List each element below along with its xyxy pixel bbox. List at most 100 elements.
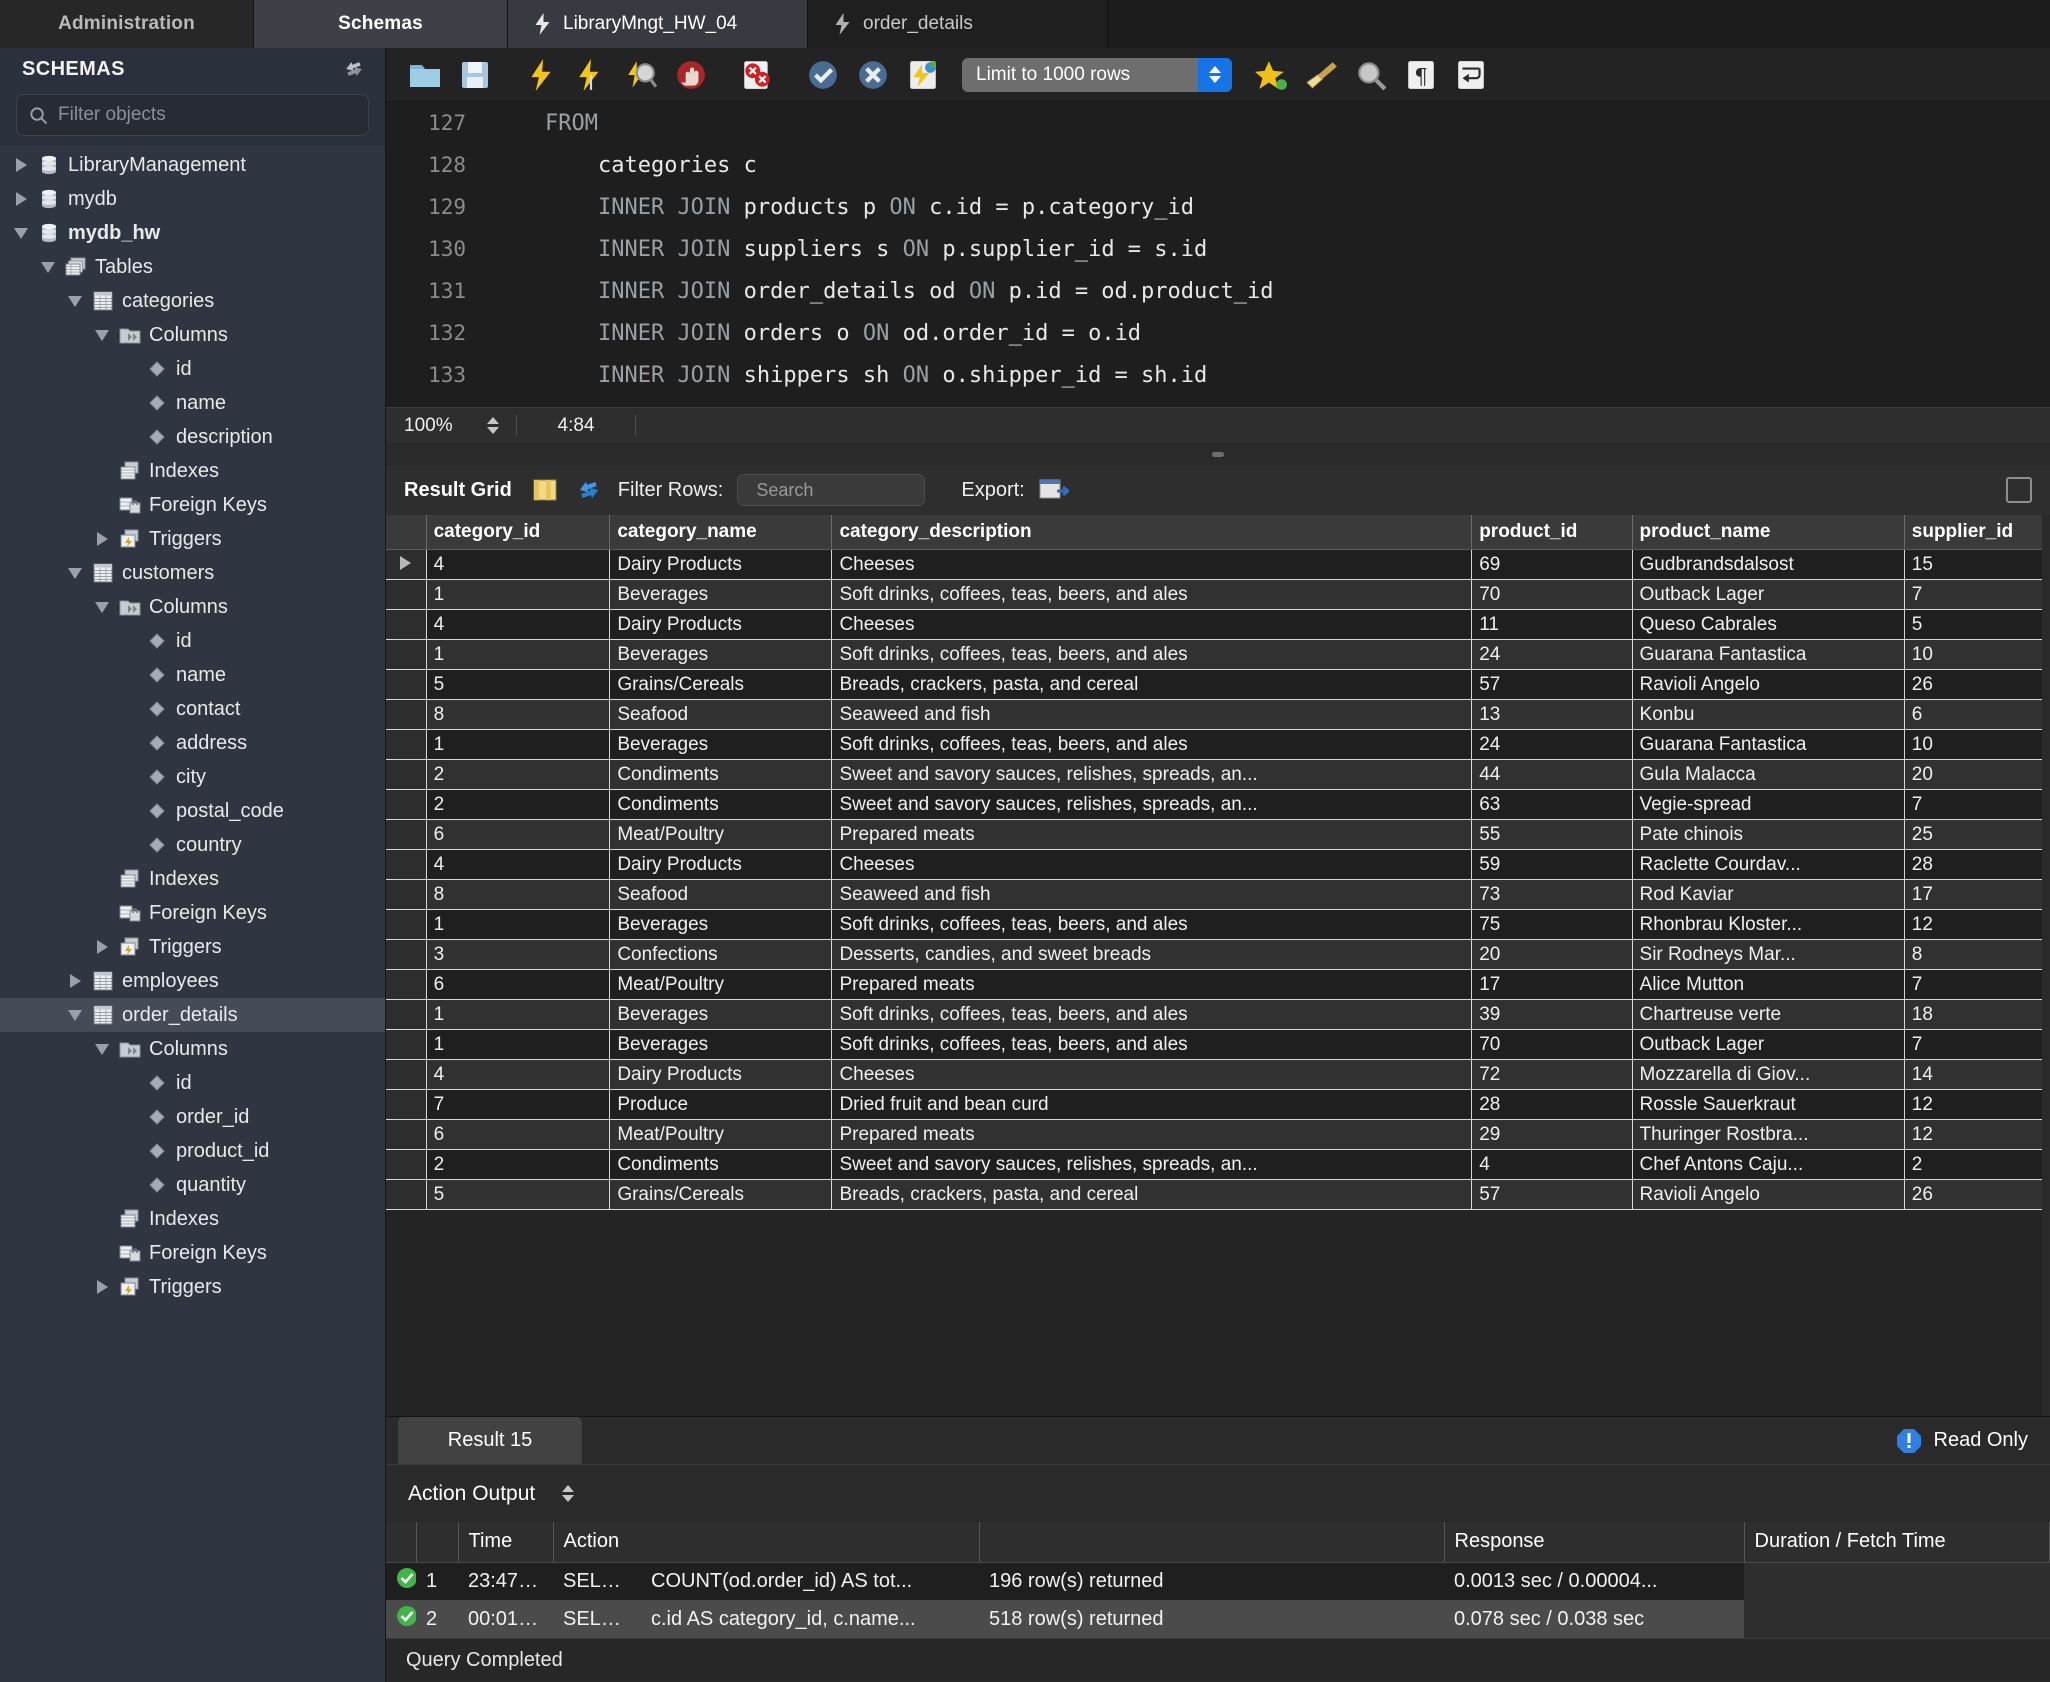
result-grid[interactable]: category_id category_name category_descrip…	[386, 515, 2050, 1416]
tree-twisty-collapsed[interactable]	[12, 190, 30, 208]
table-row[interactable]: 6 Meat/Poultry Prepared meats 55 Pate chinoi…	[386, 819, 2050, 850]
tree-item-mydb-hw[interactable]: mydb_hw	[0, 216, 385, 250]
limit-rows-select[interactable]: Limit to 1000 rows	[962, 57, 1232, 92]
row-selector-cell[interactable]	[386, 789, 427, 820]
table-row[interactable]: 4Dairy ProductsCheeses11Queso Cabrales54…	[386, 609, 2050, 640]
grid-cell[interactable]: 5	[1904, 609, 2050, 640]
grid-cell[interactable]: 15	[1904, 549, 2050, 580]
grid-column-header[interactable]: supplier_id	[1904, 515, 2050, 550]
tree-item-columns[interactable]: Columns	[0, 318, 385, 352]
code-line[interactable]: 127 FROM	[386, 102, 2050, 144]
grid-cell[interactable]: Seaweed and fish	[831, 879, 1473, 910]
row-selector-cell[interactable]	[386, 639, 427, 670]
grid-cell[interactable]: Desserts, candies, and sweet breads	[831, 939, 1473, 970]
action-output-select-stepper[interactable]	[553, 1485, 583, 1502]
grid-cell[interactable]: Cheeses	[831, 549, 1473, 580]
tree-twisty-expanded[interactable]	[12, 224, 30, 242]
action-output-table-wrap[interactable]: Time Action Response Duration / Fetch Time 1…	[386, 1522, 2050, 1638]
commit-button[interactable]	[798, 50, 848, 100]
grid-cell[interactable]: Gudbrandsdalsost	[1632, 549, 1905, 580]
grid-cell[interactable]: Soft drinks, coffees, teas, beers, and a…	[831, 729, 1473, 760]
grid-cell[interactable]: Konbu	[1632, 699, 1905, 730]
tree-item-librarymanagement[interactable]: LibraryManagement	[0, 148, 385, 182]
tree-item-employees[interactable]: employees	[0, 964, 385, 998]
tree-twisty-expanded[interactable]	[93, 598, 111, 616]
grid-column-header[interactable]: category_description	[831, 515, 1473, 550]
tree-item-indexes[interactable]: Indexes	[0, 1202, 385, 1236]
grid-cell[interactable]: 69	[1471, 549, 1633, 580]
row-selector-cell[interactable]	[386, 849, 427, 880]
grid-cell[interactable]: Sir Rodneys Mar...	[1632, 939, 1905, 970]
beautify-query-button[interactable]	[1246, 50, 1296, 100]
tree-item-address[interactable]: address	[0, 726, 385, 760]
sql-code-editor[interactable]: 127 FROM 128 categories c 129 INNER JOIN p…	[386, 102, 2050, 407]
editor-results-splitter[interactable]	[386, 443, 2050, 465]
grid-cell[interactable]: Breads, crackers, pasta, and cereal	[831, 1179, 1473, 1210]
table-row[interactable]: 1 Beverages Soft drinks, coffees, teas, be…	[386, 909, 2050, 940]
grid-cell[interactable]: 57	[1471, 669, 1633, 700]
grid-cell[interactable]: Seafood	[609, 879, 833, 910]
grid-cell[interactable]: Rod Kaviar	[1632, 879, 1905, 910]
grid-cell[interactable]: 10	[1904, 729, 2050, 760]
grid-cell[interactable]: 59	[1471, 849, 1633, 880]
grid-cell[interactable]: 20	[1904, 759, 2050, 790]
tree-item-order-details[interactable]: order_details	[0, 998, 385, 1032]
grid-cell[interactable]: Cheeses	[831, 1059, 1473, 1090]
grid-cell[interactable]: 24	[1471, 639, 1633, 670]
grid-cell[interactable]: Vegie-spread	[1632, 789, 1905, 820]
grid-column-header[interactable]: category_id	[426, 515, 611, 550]
table-row[interactable]: 1 Beverages Soft drinks, coffees, teas, be…	[386, 639, 2050, 670]
grid-cell[interactable]: 70	[1471, 1029, 1633, 1060]
grid-cell[interactable]: Dried fruit and bean curd	[831, 1089, 1473, 1120]
grid-column-header[interactable]: product_id	[1471, 515, 1633, 550]
grid-cell[interactable]: 7	[1904, 579, 2050, 610]
result-tab[interactable]: Result 15	[398, 1417, 582, 1464]
grid-cell[interactable]: Meat/Poultry	[609, 1119, 833, 1150]
schema-tree[interactable]: LibraryManagement mydb mydb_hw Tables catego…	[0, 146, 385, 1682]
tree-item-quantity[interactable]: quantity	[0, 1168, 385, 1202]
table-row[interactable]: 1 Beverages Soft drinks, coffees, teas, be…	[386, 579, 2050, 610]
tree-item-columns[interactable]: Columns	[0, 590, 385, 624]
toggle-invisible-chars-button[interactable]: ¶	[1396, 50, 1446, 100]
grid-cell[interactable]: 10	[1904, 639, 2050, 670]
grid-cell[interactable]: Cheeses	[831, 849, 1473, 880]
grid-cell[interactable]: Dairy Products	[609, 549, 833, 580]
tree-item-customers[interactable]: customers	[0, 556, 385, 590]
table-row[interactable]: 2 Condiments Sweet and savory sauces, reli…	[386, 759, 2050, 790]
grid-cell[interactable]: Dairy Products	[609, 609, 833, 640]
tree-item-triggers[interactable]: Triggers	[0, 1270, 385, 1304]
tree-twisty-collapsed[interactable]	[93, 1278, 111, 1296]
grid-cell[interactable]: 4	[426, 1059, 611, 1090]
row-selector-cell[interactable]	[386, 669, 427, 700]
grid-cell[interactable]: Grains/Cereals	[609, 669, 833, 700]
row-selector-cell[interactable]	[386, 1179, 427, 1210]
tree-item-indexes[interactable]: Indexes	[0, 454, 385, 488]
execute-statement-button[interactable]	[516, 50, 566, 100]
grid-cell[interactable]: 14	[1904, 1059, 2050, 1090]
tree-item-foreign-keys[interactable]: Foreign Keys	[0, 488, 385, 522]
grid-cell[interactable]: Beverages	[609, 639, 833, 670]
grid-cell[interactable]: Soft drinks, coffees, teas, beers, and a…	[831, 999, 1473, 1030]
table-row[interactable]: 6 Meat/Poultry Prepared meats 29 Thuringer R…	[386, 1119, 2050, 1150]
tree-twisty-expanded[interactable]	[66, 564, 84, 582]
grid-cell[interactable]: 4	[426, 549, 611, 580]
grid-cell[interactable]: 12	[1904, 1119, 2050, 1150]
toggle-stop-on-error-button[interactable]	[732, 50, 782, 100]
table-row[interactable]: 4 Dairy Products Cheeses 72 Mozzarella di Gi…	[386, 1059, 2050, 1090]
row-selector-cell[interactable]	[386, 969, 427, 1000]
tree-item-name[interactable]: name	[0, 658, 385, 692]
grid-cell[interactable]: Chartreuse verte	[1632, 999, 1905, 1030]
grid-cell[interactable]: 55	[1471, 819, 1633, 850]
filter-rows-input[interactable]	[756, 479, 989, 501]
grid-cell[interactable]: Prepared meats	[831, 1119, 1473, 1150]
grid-cell[interactable]: Ravioli Angelo	[1632, 1179, 1905, 1210]
toggle-autocommit-button[interactable]	[898, 50, 948, 100]
tree-item-triggers[interactable]: Triggers	[0, 930, 385, 964]
grid-cell[interactable]: Queso Cabrales	[1632, 609, 1905, 640]
grid-cell[interactable]: Rossle Sauerkraut	[1632, 1089, 1905, 1120]
find-button[interactable]	[1346, 50, 1396, 100]
table-row[interactable]: 3 Confections Desserts, candies, and sweet…	[386, 939, 2050, 970]
grid-cell[interactable]: 57	[1471, 1179, 1633, 1210]
row-selector-cell[interactable]	[386, 609, 427, 640]
code-line[interactable]: 131 INNER JOIN order_details od ON p.id …	[386, 270, 2050, 312]
